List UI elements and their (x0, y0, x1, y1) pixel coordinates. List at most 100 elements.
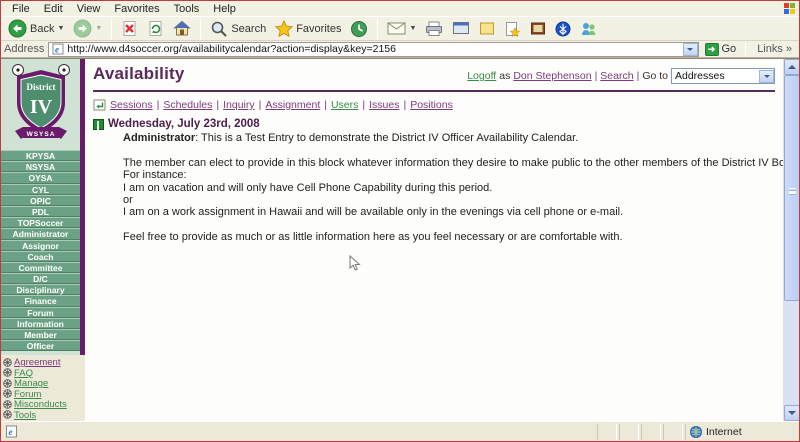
calendar-entry-icon (93, 119, 104, 130)
research-button[interactable] (527, 20, 549, 37)
sidebar-item-d-c[interactable]: D/C (1, 273, 80, 284)
edit-button[interactable] (449, 20, 473, 37)
link-inquiry[interactable]: Inquiry (223, 99, 255, 111)
sidebar-item-topsoccer[interactable]: TOPSoccer (1, 217, 80, 228)
links-chevron-icon: » (786, 43, 792, 55)
sidebar-link-row: Misconducts (3, 399, 84, 410)
separator: | (157, 99, 160, 111)
search-link[interactable]: Search (600, 70, 633, 82)
links-button[interactable]: Links » (753, 43, 796, 55)
goto-dropdown-icon[interactable] (759, 70, 774, 83)
entry-line: For instance: (123, 169, 775, 181)
sidebar-item-disciplinary[interactable]: Disciplinary (1, 284, 80, 295)
link-users[interactable]: Users (331, 99, 358, 111)
address-url: http://www.d4soccer.org/availabilitycale… (67, 43, 679, 55)
mail-button[interactable]: ▼ (384, 20, 419, 37)
user-link[interactable]: Don Stephenson (513, 70, 591, 82)
menu-bar-items: FileEditViewFavoritesToolsHelp (5, 3, 243, 15)
sidebar-item-pdl[interactable]: PDL (1, 206, 80, 217)
print-button[interactable] (422, 20, 446, 38)
link-positions[interactable]: Positions (410, 99, 453, 111)
mouse-cursor (349, 255, 362, 272)
svg-text:WSYSA: WSYSA (26, 131, 55, 138)
logoff-link[interactable]: Logoff (467, 70, 496, 82)
address-input[interactable]: e http://www.d4soccer.org/availabilityca… (48, 42, 698, 57)
forward-button[interactable]: ▼ (70, 18, 105, 39)
menu-item-tools[interactable]: Tools (167, 3, 207, 15)
sidebar-item-coach[interactable]: Coach (1, 251, 80, 262)
entry-intro: : This is a Test Entry to demonstrate th… (195, 132, 578, 144)
sidebar-link-faq[interactable]: FAQ (14, 368, 33, 379)
goto-select[interactable]: Addresses (671, 68, 775, 84)
refresh-button[interactable] (144, 19, 167, 38)
sidebar-item-committee[interactable]: Committee (1, 262, 80, 273)
sidebar-item-opic[interactable]: OPIC (1, 195, 80, 206)
menu-item-view[interactable]: View (70, 3, 108, 15)
link-issues[interactable]: Issues (369, 99, 399, 111)
sidebar-item-nsysa[interactable]: NSYSA (1, 161, 80, 172)
entry-author: Administrator (123, 132, 195, 144)
mail-dropdown-icon[interactable]: ▼ (409, 25, 416, 32)
address-label: Address (4, 43, 44, 55)
history-button[interactable] (347, 19, 371, 39)
section-links: Sessions|Schedules|Inquiry|Assignment|Us… (110, 99, 453, 111)
link-sessions[interactable]: Sessions (110, 99, 153, 111)
goto-text: Go to (642, 70, 668, 82)
sidebar-item-member[interactable]: Member (1, 329, 80, 340)
header-meta: Logoff as Don Stephenson | Search | Go t… (467, 68, 775, 84)
research-icon (530, 21, 546, 36)
sidebar-link-manage[interactable]: Manage (14, 378, 48, 389)
as-text: as (499, 70, 510, 82)
msn-messenger-button[interactable] (577, 20, 600, 38)
sidebar-item-assignor[interactable]: Assignor (1, 240, 80, 251)
menu-item-edit[interactable]: Edit (37, 3, 70, 15)
status-main: e (3, 424, 595, 440)
sidebar-item-officer[interactable]: Officer (1, 340, 80, 351)
status-bar: e Internet (1, 421, 799, 441)
entry-line: or (123, 194, 775, 206)
menu-item-file[interactable]: File (5, 3, 37, 15)
discuss-button[interactable] (476, 20, 498, 37)
sidebar-link-agreement[interactable]: Agreement (14, 357, 60, 368)
separator: | (403, 99, 406, 111)
scroll-down-button[interactable] (784, 405, 800, 421)
sidebar-link-row: Manage (3, 378, 84, 389)
search-button[interactable]: Search (207, 19, 269, 39)
sidebar-link-tools[interactable]: Tools (14, 410, 36, 421)
link-schedules[interactable]: Schedules (163, 99, 212, 111)
address-dropdown-button[interactable] (683, 43, 698, 56)
sidebar-item-information[interactable]: Information (1, 318, 80, 329)
entry-first-line: Administrator: This is a Test Entry to d… (123, 132, 775, 144)
separator: | (259, 99, 262, 111)
menu-item-favorites[interactable]: Favorites (107, 3, 166, 15)
sidebar-item-administrator[interactable]: Administrator (1, 228, 80, 239)
back-button[interactable]: Back ▼ (5, 18, 67, 39)
go-button[interactable]: ➜ Go (703, 43, 739, 56)
vertical-scrollbar[interactable] (783, 59, 799, 421)
sidebar-item-forum[interactable]: Forum (1, 307, 80, 318)
sidebar-item-finance[interactable]: Finance (1, 295, 80, 306)
home-button[interactable] (170, 19, 194, 38)
back-dropdown-icon[interactable]: ▼ (57, 25, 64, 32)
favorites-label: Favorites (296, 23, 341, 35)
sidebar-nav: KPYSANSYSAOYSACYLOPICPDLTOPSoccerAdminis… (1, 150, 80, 351)
scrollbar-thumb[interactable] (784, 75, 800, 301)
mail-icon (387, 21, 406, 36)
stop-button[interactable] (118, 19, 141, 38)
document-icon: e (5, 425, 18, 438)
link-assignment[interactable]: Assignment (265, 99, 320, 111)
sidebar-item-cyl[interactable]: CYL (1, 184, 80, 195)
menu-item-help[interactable]: Help (206, 3, 243, 15)
sidebar-link-misconducts[interactable]: Misconducts (14, 399, 67, 410)
scroll-up-button[interactable] (784, 59, 800, 75)
bluetooth-button[interactable] (552, 20, 574, 38)
go-arrow-icon: ➜ (705, 43, 719, 56)
forward-dropdown-icon[interactable]: ▼ (95, 25, 102, 32)
sidebar-item-oysa[interactable]: OYSA (1, 172, 80, 183)
sidebar-link-forum[interactable]: Forum (14, 389, 41, 400)
separator: | (216, 99, 219, 111)
sidebar-item-kpysa[interactable]: KPYSA (1, 150, 80, 161)
separator: | (637, 70, 640, 82)
favorites-button[interactable]: Favorites (272, 19, 344, 39)
messenger-page-button[interactable] (501, 20, 524, 38)
